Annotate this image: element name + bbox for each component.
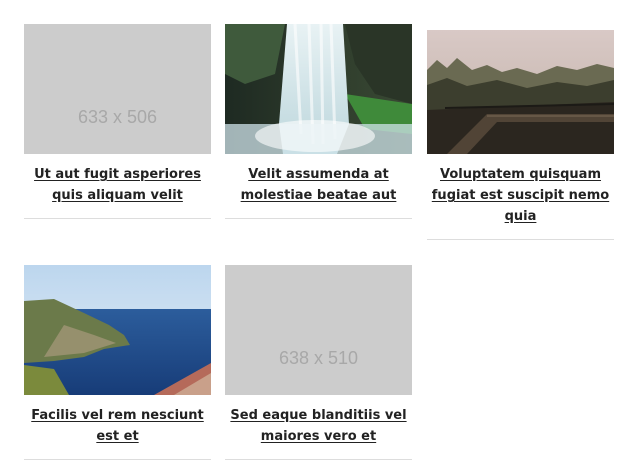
post-title: Velit assumenda at molestiae beatae aut bbox=[225, 164, 412, 206]
post-image-placeholder[interactable]: 633 x 506 bbox=[24, 24, 211, 154]
post-title-link[interactable]: Ut aut fugit asperiores quis aliquam vel… bbox=[34, 167, 201, 203]
waterfall-photo bbox=[225, 24, 412, 154]
post-card: 638 x 510 Sed eaque blanditiis vel maior… bbox=[225, 265, 412, 460]
post-title-link[interactable]: Facilis vel rem nesciunt est et bbox=[31, 408, 204, 444]
card-divider bbox=[427, 239, 614, 240]
card-divider bbox=[225, 218, 412, 219]
coastal-cliffs-sea-photo bbox=[24, 265, 211, 395]
post-title: Ut aut fugit asperiores quis aliquam vel… bbox=[24, 164, 211, 206]
post-card: Velit assumenda at molestiae beatae aut bbox=[225, 24, 412, 219]
card-divider bbox=[225, 459, 412, 460]
placeholder-dimensions-label: 638 x 510 bbox=[278, 348, 359, 368]
card-divider bbox=[24, 218, 211, 219]
post-card: 633 x 506 Ut aut fugit asperiores quis a… bbox=[24, 24, 211, 219]
post-image-placeholder[interactable]: 638 x 510 bbox=[225, 265, 412, 395]
post-title-link[interactable]: Voluptatem quisquam fugiat est suscipit … bbox=[432, 167, 609, 224]
post-image-coastal-cliffs[interactable] bbox=[24, 265, 211, 395]
post-title: Sed eaque blanditiis vel maiores vero et bbox=[225, 405, 412, 447]
post-card: Voluptatem quisquam fugiat est suscipit … bbox=[427, 30, 614, 240]
post-title: Voluptatem quisquam fugiat est suscipit … bbox=[427, 164, 614, 227]
post-title-link[interactable]: Velit assumenda at molestiae beatae aut bbox=[241, 167, 397, 203]
misty-forest-boardwalk-photo bbox=[427, 30, 614, 154]
post-image-misty-forest[interactable] bbox=[427, 30, 614, 154]
post-title-link[interactable]: Sed eaque blanditiis vel maiores vero et bbox=[230, 408, 406, 444]
card-divider bbox=[24, 459, 211, 460]
post-card: Facilis vel rem nesciunt est et bbox=[24, 265, 211, 460]
post-title: Facilis vel rem nesciunt est et bbox=[24, 405, 211, 447]
placeholder-dimensions-label: 633 x 506 bbox=[77, 107, 158, 127]
post-image-waterfall[interactable] bbox=[225, 24, 412, 154]
